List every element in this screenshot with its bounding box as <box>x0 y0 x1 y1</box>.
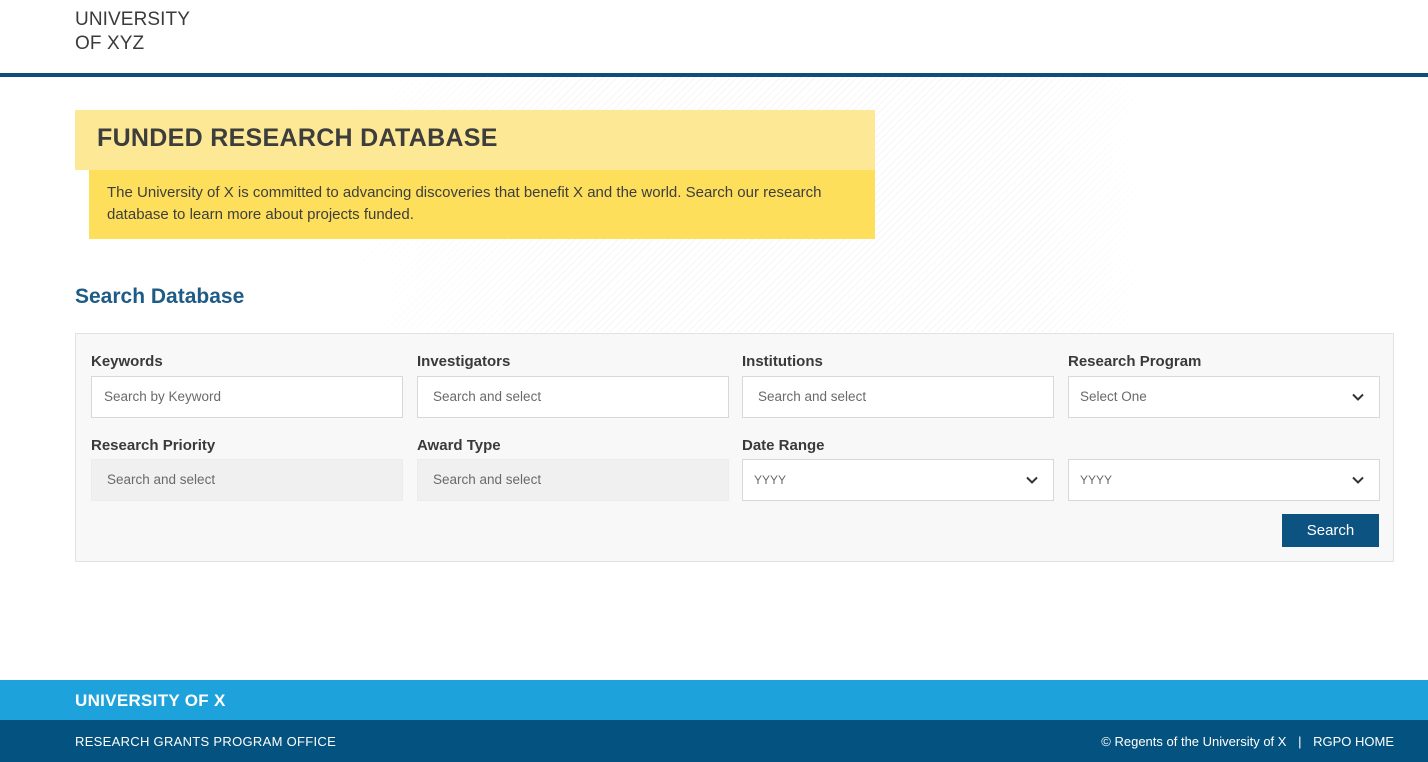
investigators-placeholder: Search and select <box>433 389 542 404</box>
rgpo-home-link[interactable]: RGPO HOME <box>1313 734 1394 749</box>
footer-brand[interactable]: UNIVERSITY OF X <box>75 691 226 711</box>
footer-bar: RESEARCH GRANTS PROGRAM OFFICE © Regents… <box>0 720 1428 762</box>
research-program-label: Research Program <box>1068 353 1202 370</box>
date-from-value: YYYY <box>754 473 787 487</box>
investigators-label: Investigators <box>417 353 511 370</box>
research-program-value: Select One <box>1080 389 1147 404</box>
hero-description: The University of X is committed to adva… <box>107 184 822 223</box>
date-to-select[interactable]: YYYY <box>1068 459 1380 501</box>
search-form: Keywords Search by Keyword Investigators… <box>75 333 1394 562</box>
chevron-down-icon <box>1352 393 1364 401</box>
institutions-input[interactable]: Search and select <box>742 376 1054 418</box>
investigators-input[interactable]: Search and select <box>417 376 729 418</box>
date-range-label: Date Range <box>742 437 825 454</box>
chevron-down-icon <box>1352 476 1364 484</box>
keywords-placeholder: Search by Keyword <box>104 389 222 404</box>
award-type-input[interactable]: Search and select <box>417 459 729 501</box>
university-logo[interactable]: UNIVERSITY OF XYZ <box>75 8 190 56</box>
footer-separator: | <box>1298 734 1302 749</box>
institutions-placeholder: Search and select <box>758 389 867 404</box>
research-program-select[interactable]: Select One <box>1068 376 1380 418</box>
research-priority-placeholder: Search and select <box>107 472 216 487</box>
footer-links: © Regents of the University of X | RGPO … <box>1101 734 1394 749</box>
site-header: UNIVERSITY OF XYZ <box>0 0 1428 73</box>
research-priority-input[interactable]: Search and select <box>91 459 403 501</box>
hero-title-banner: FUNDED RESEARCH DATABASE <box>75 110 875 170</box>
award-type-placeholder: Search and select <box>433 472 542 487</box>
keywords-input[interactable]: Search by Keyword <box>91 376 403 418</box>
footer-copyright: © Regents of the University of X <box>1101 734 1287 749</box>
logo-line-2: OF XYZ <box>75 33 145 54</box>
search-section-title: Search Database <box>75 285 245 308</box>
date-to-value: YYYY <box>1080 473 1113 487</box>
award-type-label: Award Type <box>417 437 501 454</box>
hero-description-banner: The University of X is committed to adva… <box>89 170 875 239</box>
keywords-label: Keywords <box>91 353 163 370</box>
page-title: FUNDED RESEARCH DATABASE <box>97 124 498 152</box>
date-from-select[interactable]: YYYY <box>742 459 1054 501</box>
footer-brand-bar: UNIVERSITY OF X <box>0 680 1428 720</box>
institutions-label: Institutions <box>742 353 823 370</box>
footer-office-name: RESEARCH GRANTS PROGRAM OFFICE <box>75 734 337 749</box>
search-button[interactable]: Search <box>1282 514 1379 547</box>
chevron-down-icon <box>1026 476 1038 484</box>
logo-line-1: UNIVERSITY <box>75 9 191 30</box>
research-priority-label: Research Priority <box>91 437 216 454</box>
